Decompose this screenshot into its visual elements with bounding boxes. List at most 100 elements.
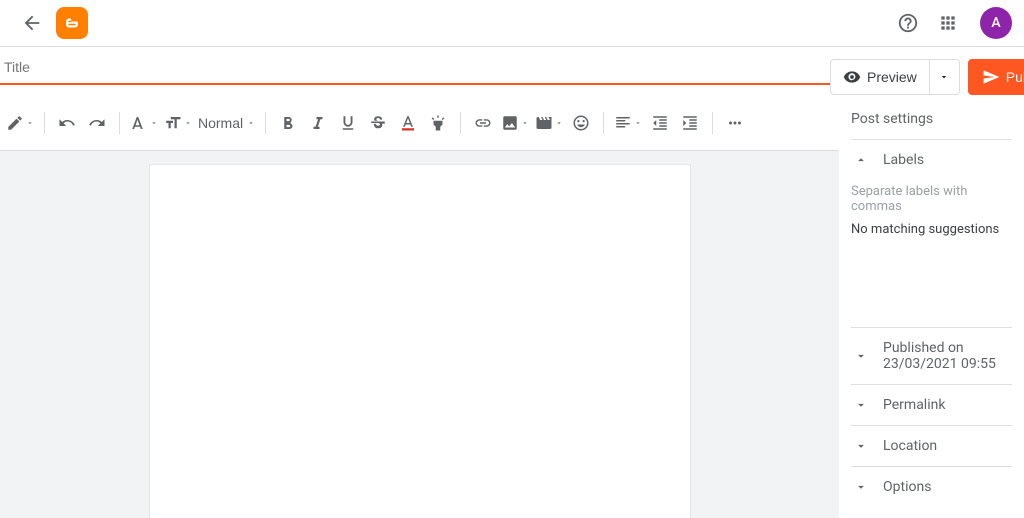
- blogger-icon: [63, 14, 81, 32]
- indent-increase-button[interactable]: [676, 107, 704, 139]
- link-icon: [474, 114, 492, 132]
- editor-column: Normal: [0, 95, 839, 518]
- chevron-down-icon: [851, 480, 871, 494]
- align-button[interactable]: [612, 107, 644, 139]
- strikethrough-button[interactable]: [364, 107, 392, 139]
- caret-down-icon: [521, 115, 529, 130]
- editor-canvas-area: [0, 151, 839, 518]
- text-size-icon: [164, 114, 182, 132]
- send-icon: [982, 68, 1000, 86]
- published-on-line1: Published on: [883, 340, 964, 356]
- toolbar-separator: [119, 112, 120, 134]
- italic-button[interactable]: [304, 107, 332, 139]
- published-on-line2: 23/03/2021 09:55: [883, 356, 996, 372]
- publish-label: Publish: [1006, 69, 1024, 85]
- permalink-label: Permalink: [883, 397, 945, 413]
- font-family-button[interactable]: [128, 107, 160, 139]
- font-size-button[interactable]: [162, 107, 194, 139]
- arrow-left-icon: [21, 12, 43, 34]
- redo-icon: [88, 114, 106, 132]
- labels-hint: Separate labels with commas: [851, 180, 1012, 218]
- image-icon: [501, 114, 519, 132]
- back-button[interactable]: [12, 3, 52, 43]
- help-icon: [897, 12, 919, 34]
- strikethrough-icon: [369, 114, 387, 132]
- paragraph-style-label: Normal: [198, 115, 245, 131]
- chevron-down-icon: [851, 349, 871, 363]
- post-settings-heading: Post settings: [851, 107, 1012, 139]
- eye-icon: [843, 68, 861, 86]
- compose-mode-button[interactable]: [4, 107, 36, 139]
- labels-section-body: Separate labels with commas No matching …: [851, 180, 1012, 327]
- published-on-label: Published on 23/03/2021 09:55: [883, 340, 996, 372]
- more-horizontal-icon: [726, 114, 744, 132]
- video-icon: [535, 114, 553, 132]
- preview-menu-button[interactable]: [930, 59, 960, 95]
- options-section[interactable]: Options: [851, 466, 1012, 507]
- redo-button[interactable]: [83, 107, 111, 139]
- align-left-icon: [614, 114, 632, 132]
- indent-increase-icon: [681, 114, 699, 132]
- chevron-up-icon: [851, 153, 871, 167]
- bold-button[interactable]: [274, 107, 302, 139]
- emoji-icon: [572, 114, 590, 132]
- text-color-button[interactable]: [394, 107, 422, 139]
- bold-icon: [279, 114, 297, 132]
- publish-button[interactable]: Publish: [968, 59, 1024, 95]
- pen-icon: [6, 114, 24, 132]
- underline-button[interactable]: [334, 107, 362, 139]
- indent-decrease-button[interactable]: [646, 107, 674, 139]
- caret-down-icon: [150, 115, 158, 130]
- account-avatar[interactable]: A: [980, 7, 1012, 39]
- caret-down-icon: [26, 115, 34, 130]
- toolbar-separator: [265, 112, 266, 134]
- published-on-section[interactable]: Published on 23/03/2021 09:55: [851, 327, 1012, 384]
- italic-icon: [309, 114, 327, 132]
- labels-label: Labels: [883, 152, 924, 168]
- toolbar-separator: [44, 112, 45, 134]
- caret-down-icon: [184, 115, 192, 130]
- caret-down-icon: [555, 115, 563, 130]
- undo-icon: [58, 114, 76, 132]
- labels-section-header[interactable]: Labels: [851, 139, 1012, 180]
- main-area: Normal: [0, 95, 1024, 518]
- editor-toolbar: Normal: [0, 95, 839, 151]
- undo-button[interactable]: [53, 107, 81, 139]
- options-label: Options: [883, 479, 931, 495]
- paragraph-style-button[interactable]: Normal: [196, 107, 257, 139]
- editor-page[interactable]: [150, 165, 690, 518]
- text-color-icon: [399, 114, 417, 132]
- preview-label: Preview: [867, 69, 917, 85]
- more-options-button[interactable]: [721, 107, 749, 139]
- highlight-color-button[interactable]: [424, 107, 452, 139]
- chevron-down-icon: [851, 439, 871, 453]
- toolbar-separator: [712, 112, 713, 134]
- preview-button[interactable]: Preview: [830, 59, 930, 95]
- highlight-icon: [429, 114, 447, 132]
- toolbar-separator: [460, 112, 461, 134]
- font-icon: [130, 114, 148, 132]
- insert-link-button[interactable]: [469, 107, 497, 139]
- insert-video-button[interactable]: [533, 107, 565, 139]
- insert-emoji-button[interactable]: [567, 107, 595, 139]
- title-row: Preview Publish: [0, 47, 1024, 95]
- apps-icon: [938, 13, 958, 33]
- post-title-input[interactable]: [0, 47, 830, 85]
- title-wrap: [0, 47, 830, 85]
- caret-down-icon: [247, 115, 255, 130]
- insert-image-button[interactable]: [499, 107, 531, 139]
- blogger-logo: [56, 7, 88, 39]
- apps-button[interactable]: [928, 3, 968, 43]
- location-section[interactable]: Location: [851, 425, 1012, 466]
- avatar-initial: A: [991, 15, 1000, 31]
- indent-decrease-icon: [651, 114, 669, 132]
- location-label: Location: [883, 438, 937, 454]
- post-settings-panel: Post settings Labels Separate labels wit…: [839, 95, 1024, 518]
- header-actions: Preview Publish: [830, 47, 1024, 95]
- caret-down-icon: [939, 72, 949, 82]
- help-button[interactable]: [888, 3, 928, 43]
- chevron-down-icon: [851, 398, 871, 412]
- underline-icon: [339, 114, 357, 132]
- permalink-section[interactable]: Permalink: [851, 384, 1012, 425]
- caret-down-icon: [634, 115, 642, 130]
